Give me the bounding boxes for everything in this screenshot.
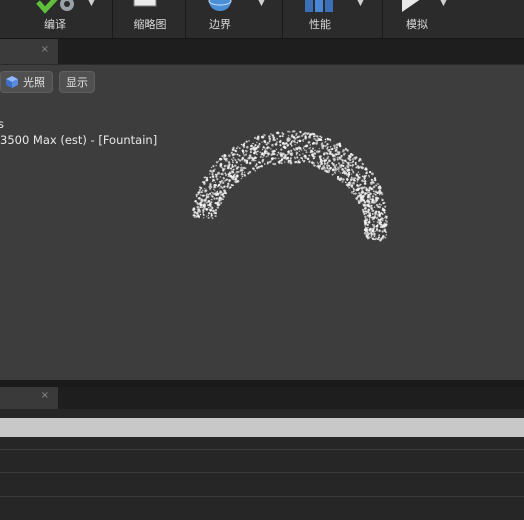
divider <box>382 0 383 38</box>
divider <box>282 0 283 38</box>
simulate-label: 模拟 <box>406 18 428 31</box>
play-icon <box>402 0 420 12</box>
preview-viewport[interactable]: 光照 显示 s 3500 Max (est) - [Fountain] <box>0 64 524 381</box>
thumbnail-button[interactable]: 缩略图 <box>125 0 175 38</box>
performance-label: 性能 <box>309 18 331 31</box>
divider <box>0 449 524 450</box>
compile-dropdown-icon[interactable]: ▼ <box>88 0 95 8</box>
simulate-dropdown-icon[interactable]: ▼ <box>440 0 447 8</box>
bottom-tab[interactable]: × <box>0 387 58 409</box>
bottom-tab-bar: × <box>0 387 524 409</box>
close-icon[interactable]: × <box>41 44 49 55</box>
panel-divider <box>0 380 524 387</box>
viewport-tab[interactable]: × <box>0 39 58 64</box>
thumbnail-label: 缩略图 <box>133 18 167 31</box>
particle-effect-preview <box>192 130 388 242</box>
timeline-strip[interactable] <box>0 418 524 437</box>
bounds-sphere-icon <box>208 0 232 11</box>
divider <box>112 0 113 38</box>
compile-label: 编译 <box>44 18 66 31</box>
performance-button[interactable]: 性能 <box>295 0 345 38</box>
compile-button[interactable]: 编译 <box>28 0 82 38</box>
bounds-label: 边界 <box>209 18 231 31</box>
divider <box>185 0 186 38</box>
toolbar: 编译 ▼ 缩略图 边界 ▼ 性能 ▼ 模拟 ▼ <box>0 0 524 39</box>
close-icon[interactable]: × <box>41 390 49 401</box>
thumbnail-icon <box>133 0 157 7</box>
divider <box>0 472 524 473</box>
bounds-button[interactable]: 边界 <box>195 0 245 38</box>
performance-bars-icon <box>305 0 333 12</box>
divider <box>0 496 524 497</box>
bottom-panel <box>0 409 524 520</box>
simulate-button[interactable]: 模拟 <box>392 0 442 38</box>
performance-dropdown-icon[interactable]: ▼ <box>357 0 364 8</box>
viewport-tab-bar: × <box>0 39 524 64</box>
bounds-dropdown-icon[interactable]: ▼ <box>258 0 265 8</box>
